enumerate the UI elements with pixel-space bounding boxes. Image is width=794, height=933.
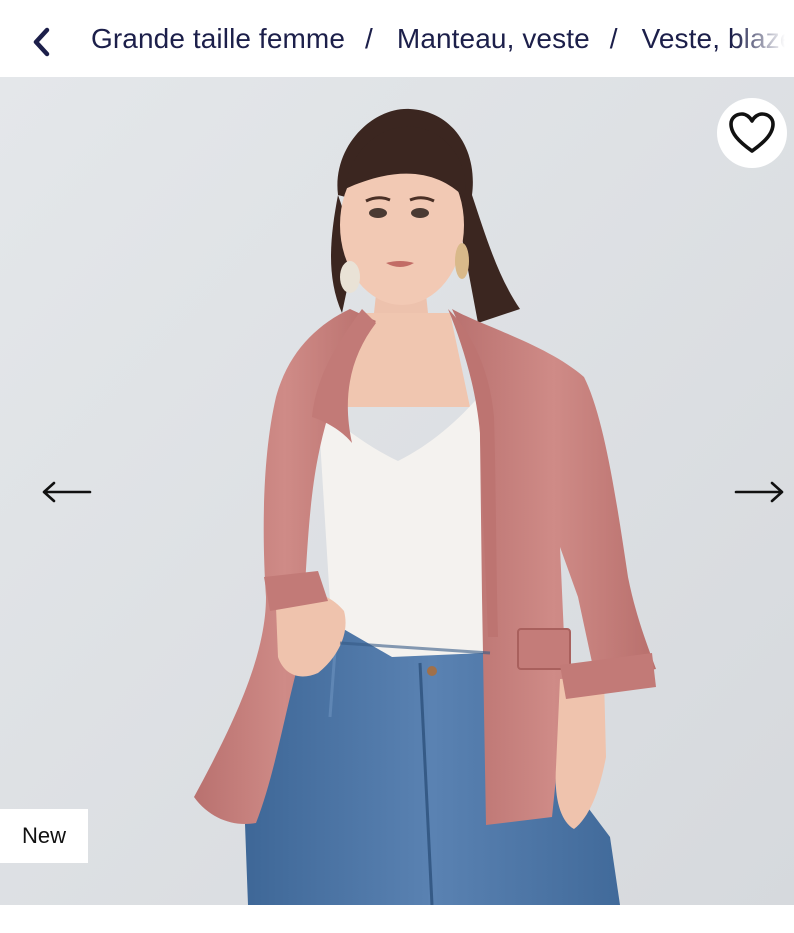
top-bar: Grande taille femme / Manteau, veste / V…	[0, 0, 794, 77]
breadcrumb-fade	[734, 0, 794, 77]
back-button[interactable]	[24, 22, 60, 62]
breadcrumb-item-grande-taille-femme[interactable]: Grande taille femme	[91, 23, 345, 55]
arrow-left-icon	[42, 481, 92, 503]
product-photo	[0, 77, 794, 905]
new-badge: New	[0, 809, 88, 863]
favorite-button[interactable]	[717, 98, 787, 168]
chevron-left-icon	[33, 27, 50, 57]
previous-image-button[interactable]	[36, 476, 96, 508]
breadcrumb-separator: /	[609, 22, 618, 54]
breadcrumb-item-manteau-veste[interactable]: Manteau, veste	[397, 23, 590, 55]
bottom-spacer	[0, 905, 794, 933]
product-image-gallery[interactable]: New	[0, 77, 794, 905]
breadcrumb: Grande taille femme / Manteau, veste / V…	[91, 0, 794, 77]
heart-outline-icon	[729, 112, 775, 153]
arrow-right-icon	[734, 481, 784, 503]
breadcrumb-separator: /	[365, 22, 373, 54]
next-image-button[interactable]	[730, 476, 790, 508]
